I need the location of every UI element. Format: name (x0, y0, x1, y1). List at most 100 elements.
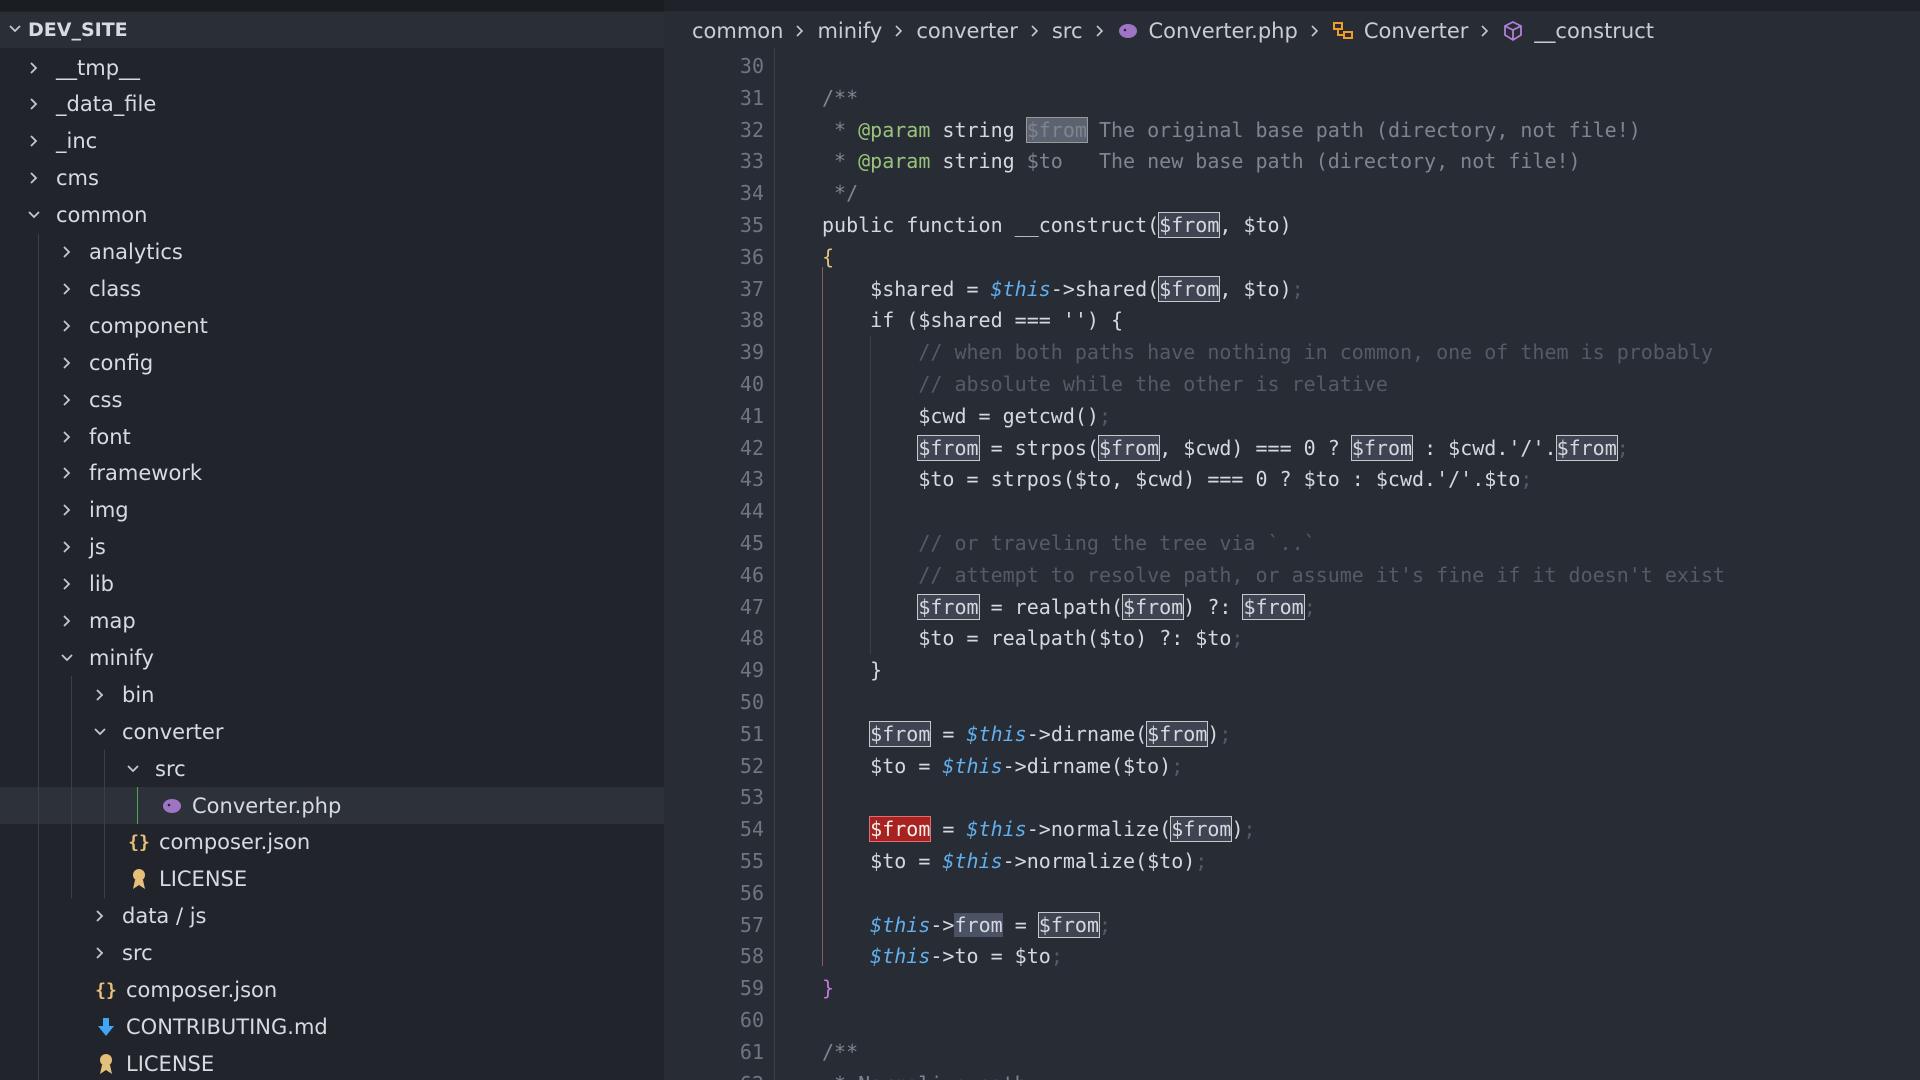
chevron-right-icon (57, 463, 77, 483)
tree-item[interactable]: lib (0, 566, 664, 603)
code-line[interactable]: 46 // attempt to resolve path, or assume… (664, 559, 1920, 591)
breadcrumb-item[interactable]: Converter (1332, 19, 1468, 43)
code-token: , $to) (1219, 213, 1292, 237)
tree-item-label: lib (89, 572, 114, 597)
code-line[interactable]: 40 // absolute while the other is relati… (664, 368, 1920, 400)
code-line[interactable]: 35 public function __construct($from, $to… (664, 209, 1920, 241)
tree-item[interactable]: font (0, 418, 664, 455)
code-line[interactable]: 42 $from = strpos($from, $cwd) === 0 ? $… (664, 432, 1920, 464)
code-line[interactable]: 62 * Normalize path. (664, 1068, 1920, 1080)
code-token: $to = realpath($to) ?: $to (822, 626, 1232, 651)
line-number: 60 (739, 1008, 764, 1032)
code-line[interactable]: 56 (664, 877, 1920, 909)
tree-item[interactable]: {} composer.json (0, 824, 664, 861)
code-line[interactable]: 47 $from = realpath($from) ?: $from; (664, 591, 1920, 623)
code-line[interactable]: 52 $to = $this->dirname($to); (664, 750, 1920, 782)
tree-item[interactable]: converter (0, 713, 664, 750)
tree-item[interactable]: Converter.php (0, 787, 664, 824)
chevron-right-icon (90, 685, 110, 705)
tree-item[interactable]: src (0, 750, 664, 787)
explorer-root-label: DEV_SITE (28, 19, 128, 41)
tree-item[interactable]: analytics (0, 234, 664, 271)
code-line[interactable]: 51 $from = $this->dirname($from); (664, 718, 1920, 750)
tree-item[interactable]: common (0, 197, 664, 234)
code-line[interactable]: 38 if ($shared === '') { (664, 304, 1920, 336)
tree-item-label: LICENSE (159, 867, 248, 892)
code-line[interactable]: 33 * @param string $to The new base path… (664, 145, 1920, 177)
code-line[interactable]: 58 $this->to = $to; (664, 940, 1920, 972)
code-line[interactable]: 37 $shared = $this->shared($from, $to); (664, 273, 1920, 305)
tree-item[interactable]: map (0, 603, 664, 640)
code-line[interactable]: 57 $this->from = $from; (664, 909, 1920, 941)
code-line[interactable]: 59} (664, 972, 1920, 1004)
code-line[interactable]: 49 } (664, 654, 1920, 686)
tree-item[interactable]: bin (0, 676, 664, 713)
line-number: 57 (739, 912, 764, 937)
code-token: ->normalize( (1026, 817, 1172, 842)
code-token: * Normalize path. (822, 1072, 1039, 1080)
tree-item[interactable]: LICENSE (0, 861, 664, 898)
tree-item[interactable]: cms (0, 160, 664, 197)
code-area[interactable]: 30 31 /** 32 * @param string $from The orig… (664, 48, 1920, 1080)
code-token: $this (966, 817, 1027, 842)
tree-item[interactable]: CONTRIBUTING.md (0, 1008, 664, 1045)
code-token: $from (917, 434, 980, 461)
code-token: $this (942, 849, 1003, 873)
tree-item[interactable]: data / js (0, 898, 664, 935)
tree-item[interactable]: class (0, 270, 664, 307)
line-number: 61 (739, 1039, 764, 1064)
code-line[interactable]: 36 { (664, 241, 1920, 273)
breadcrumb-item[interactable]: minify (817, 19, 882, 43)
tree-item[interactable]: img (0, 492, 664, 529)
code-token: ; (1098, 403, 1111, 428)
tree-item[interactable]: framework (0, 455, 664, 492)
tree-item[interactable]: LICENSE (0, 1045, 664, 1080)
code-token: * (822, 117, 859, 142)
code-token: $from (1037, 911, 1101, 938)
tree-item[interactable]: config (0, 344, 664, 381)
code-line[interactable]: 41 $cwd = getcwd(); (664, 400, 1920, 432)
tree-item[interactable]: src (0, 935, 664, 972)
code-line[interactable]: 60 (664, 1004, 1920, 1036)
code-line[interactable]: 30 (664, 50, 1920, 82)
tree-item[interactable]: __tmp__ (0, 49, 664, 86)
chevron-right-icon (1308, 24, 1322, 38)
tree-item[interactable]: _data_file (0, 86, 664, 123)
explorer-root-header[interactable]: DEV_SITE (0, 12, 664, 48)
sidebar-top-strip (0, 0, 664, 11)
tree-item[interactable]: {} composer.json (0, 972, 664, 1009)
indent-guide-active (822, 266, 823, 967)
tree-item-label: src (155, 756, 186, 781)
code-line[interactable]: 44 (664, 495, 1920, 527)
code-token: $from (869, 816, 932, 843)
code-line[interactable]: 48 $to = realpath($to) ?: $to; (664, 622, 1920, 654)
tree-item[interactable]: _inc (0, 123, 664, 160)
chevron-right-icon (892, 24, 906, 38)
breadcrumb-item[interactable]: converter (916, 19, 1017, 43)
tree-item[interactable]: minify (0, 639, 664, 676)
code-line[interactable]: 34 */ (664, 177, 1920, 209)
code-token: $this (870, 944, 931, 969)
code-line[interactable]: 31 /** (664, 82, 1920, 114)
tree-item[interactable]: component (0, 307, 664, 344)
code-line[interactable]: 39 // when both paths have nothing in co… (664, 336, 1920, 368)
code-line[interactable]: 43 $to = strpos($to, $cwd) === 0 ? $to :… (664, 463, 1920, 495)
code-line[interactable]: 45 // or traveling the tree via `..` (664, 527, 1920, 559)
breadcrumb-item[interactable]: Converter.php (1117, 19, 1298, 43)
code-line[interactable]: 61 /** (664, 1036, 1920, 1068)
code-line[interactable]: 54 $from = $this->normalize($from); (664, 813, 1920, 845)
code-token: $from (1122, 593, 1185, 620)
code-token: The new base path (directory, not file!) (1062, 149, 1581, 174)
code-line[interactable]: 53 (664, 781, 1920, 813)
code-line[interactable]: 55 $to = $this->normalize($to); (664, 845, 1920, 877)
tree-item[interactable]: js (0, 529, 664, 566)
tree-item[interactable]: css (0, 381, 664, 418)
line-number: 42 (739, 435, 764, 460)
code-line[interactable]: 32 * @param string $from The original ba… (664, 114, 1920, 146)
breadcrumb-item[interactable]: src (1052, 19, 1083, 43)
breadcrumb-item[interactable]: common (692, 19, 783, 43)
breadcrumb-item[interactable]: __construct (1502, 19, 1654, 43)
code-line[interactable]: 50 (664, 686, 1920, 718)
code-token: ; (1243, 817, 1256, 842)
license-ribbon-icon (94, 1053, 118, 1075)
